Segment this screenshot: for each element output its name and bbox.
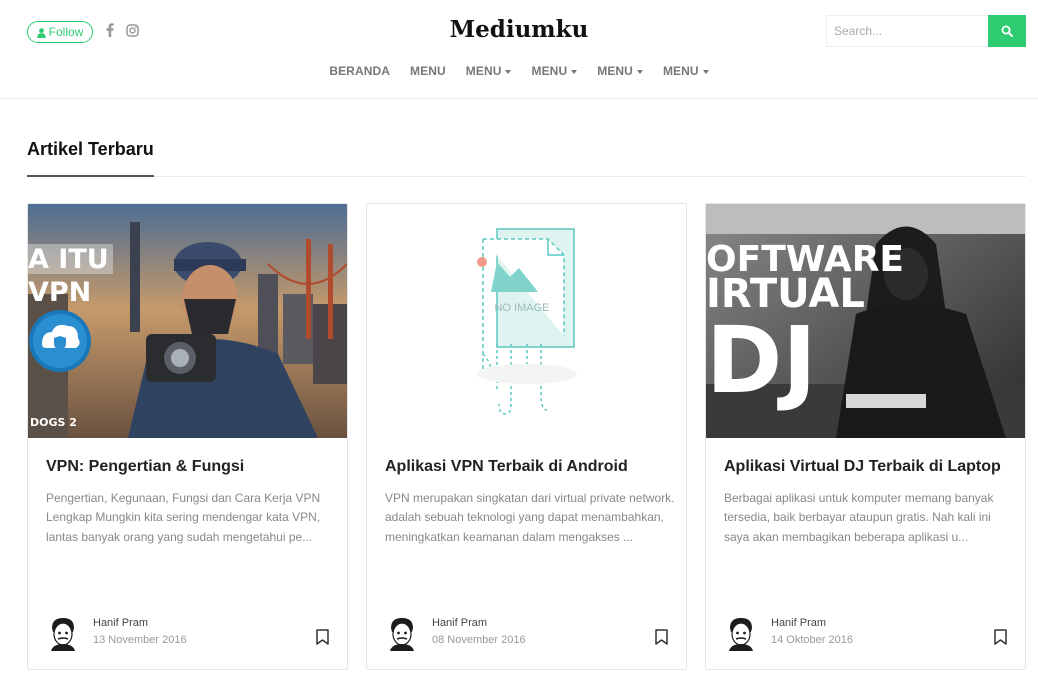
nav-item-5[interactable]: MENU xyxy=(663,64,709,78)
nav-item-0[interactable]: BERANDA xyxy=(329,64,390,78)
author-name[interactable]: Hanif Pram xyxy=(432,617,487,629)
site-title[interactable]: Mediumku xyxy=(450,16,589,43)
follow-button[interactable]: Follow xyxy=(27,21,93,43)
post-thumbnail[interactable]: A ITU VPN DOGS 2 xyxy=(28,204,347,438)
search-input[interactable] xyxy=(826,15,988,47)
caret-down-icon xyxy=(702,69,709,74)
nav-item-label: MENU xyxy=(531,64,568,78)
author-name[interactable]: Hanif Pram xyxy=(93,617,148,629)
nav-item-label: MENU xyxy=(465,64,502,78)
bookmark-icon[interactable] xyxy=(316,629,329,645)
nav-item-label: MENU xyxy=(410,64,446,78)
author-name[interactable]: Hanif Pram xyxy=(771,617,826,629)
post-thumbnail[interactable]: NO IMAGE xyxy=(367,204,686,438)
bookmark-icon[interactable] xyxy=(655,629,668,645)
post-card[interactable]: NO IMAGE Aplikasi VPN Terbaik di Android… xyxy=(366,203,687,670)
main-nav: BERANDA MENU MENU MENU MENU MENU xyxy=(0,64,1038,78)
nav-item-label: MENU xyxy=(597,64,633,78)
no-image-label: NO IMAGE xyxy=(494,302,549,314)
author-avatar xyxy=(46,615,80,651)
caret-down-icon xyxy=(571,69,578,74)
post-card[interactable]: A ITU VPN DOGS 2 VPN: Pengertian & Fungs… xyxy=(27,203,348,670)
site-header: Follow Mediumku BERANDA MENU MENU MENU MENU M… xyxy=(0,0,1038,99)
thumbnail-text: VPN xyxy=(28,277,91,308)
thumbnail-text: DJ xyxy=(706,307,817,414)
search-button[interactable] xyxy=(988,15,1026,47)
nav-item-label: MENU xyxy=(662,64,699,78)
caret-down-icon xyxy=(636,69,643,74)
post-thumbnail[interactable]: OFTWARE IRTUAL DJ xyxy=(706,204,1025,438)
instagram-icon[interactable] xyxy=(125,22,139,38)
caret-down-icon xyxy=(505,69,512,74)
post-excerpt: VPN merupakan singkatan dari virtual pri… xyxy=(385,491,675,544)
nav-item-1[interactable]: MENU xyxy=(410,64,446,78)
section-divider-accent xyxy=(27,175,154,177)
section-title: Artikel Terbaru xyxy=(27,139,154,159)
post-date: 08 November 2016 xyxy=(432,634,526,646)
search-icon xyxy=(1001,25,1013,37)
post-excerpt: Berbagai aplikasi untuk komputer memang … xyxy=(724,491,994,544)
post-title[interactable]: Aplikasi VPN Terbaik di Android xyxy=(385,457,675,477)
user-icon xyxy=(36,27,46,38)
author-avatar xyxy=(385,615,419,651)
post-title[interactable]: VPN: Pengertian & Fungsi xyxy=(46,457,336,477)
nav-item-2[interactable]: MENU xyxy=(466,64,512,78)
post-excerpt: Pengertian, Kegunaan, Fungsi dan Cara Ke… xyxy=(46,491,321,544)
facebook-icon[interactable] xyxy=(105,22,115,38)
post-date: 14 Oktober 2016 xyxy=(771,634,853,646)
nav-item-label: BERANDA xyxy=(329,64,391,78)
post-date: 13 November 2016 xyxy=(93,634,187,646)
post-title[interactable]: Aplikasi Virtual DJ Terbaik di Laptop xyxy=(724,457,1014,477)
nav-item-4[interactable]: MENU xyxy=(597,64,643,78)
thumbnail-text: DOGS 2 xyxy=(30,416,77,429)
thumbnail-text: A ITU xyxy=(28,244,109,275)
bookmark-icon[interactable] xyxy=(994,629,1007,645)
author-avatar xyxy=(724,615,758,651)
follow-label: Follow xyxy=(48,25,84,39)
section-divider xyxy=(27,176,1026,177)
post-card[interactable]: OFTWARE IRTUAL DJ Aplikasi Virtual DJ Te… xyxy=(705,203,1026,670)
nav-item-3[interactable]: MENU xyxy=(531,64,578,78)
